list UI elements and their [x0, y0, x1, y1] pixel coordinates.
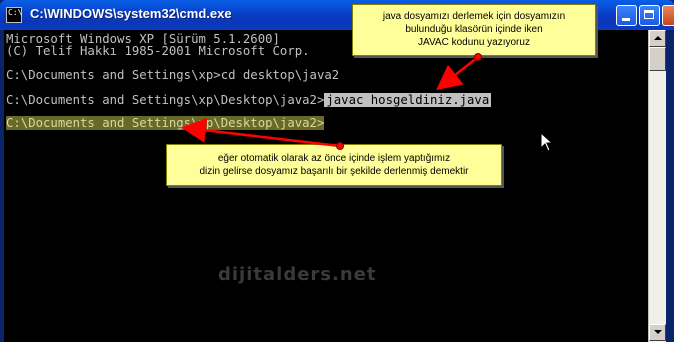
selected-command: javac hosgeldiniz.java [324, 93, 492, 107]
note-line: JAVAC kodunu yazıyoruz [418, 37, 530, 48]
note-line: dizin gelirse dosyamız başarılı bir şeki… [199, 166, 469, 177]
maximize-button[interactable] [639, 5, 660, 26]
arrow-up-icon [654, 36, 662, 40]
scroll-up-button[interactable] [649, 30, 666, 47]
minimize-button[interactable] [616, 5, 637, 26]
console-prompt: C:\Documents and Settings\xp\Desktop\jav… [6, 93, 325, 107]
arrow-down-icon [654, 330, 662, 334]
window-frame-right [666, 30, 674, 342]
maximize-icon [644, 10, 654, 19]
highlighted-prompt: C:\Documents and Settings\xp\Desktop\jav… [6, 116, 325, 130]
mouse-pointer-icon [540, 132, 554, 152]
annotation-note-success: eğer otomatik olarak az önce içinde işle… [166, 144, 502, 186]
scroll-down-button[interactable] [649, 324, 666, 341]
app-icon-label: C:\ [8, 8, 23, 17]
console-output[interactable]: Microsoft Windows XP [Sürüm 5.1.2600] (C… [4, 30, 648, 342]
window-title: C:\WINDOWS\system32\cmd.exe [30, 6, 232, 21]
minimize-icon [622, 18, 630, 21]
close-button[interactable] [662, 5, 674, 26]
note-line: bulunduğu klasörün içinde iken [405, 24, 543, 35]
scroll-thumb[interactable] [649, 47, 666, 71]
vertical-scrollbar[interactable] [648, 30, 666, 342]
note-line: java dosyamızı derlemek için dosyamızın [382, 11, 566, 22]
watermark: dijitalders.net [218, 264, 377, 285]
console-line: C:\Documents and Settings\xp\Desktop\jav… [6, 115, 325, 131]
console-line: C:\Documents and Settings\xp\Desktop\jav… [6, 92, 492, 108]
cmd-app-icon[interactable]: C:\ [6, 7, 22, 23]
annotation-note-javac: java dosyamızı derlemek için dosyamızın … [352, 4, 596, 56]
note-line: eğer otomatik olarak az önce içinde işle… [217, 153, 451, 164]
console-line: (C) Telif Hakkı 1985-2001 Microsoft Corp… [6, 44, 310, 58]
console-line: C:\Documents and Settings\xp>cd desktop\… [6, 68, 340, 82]
